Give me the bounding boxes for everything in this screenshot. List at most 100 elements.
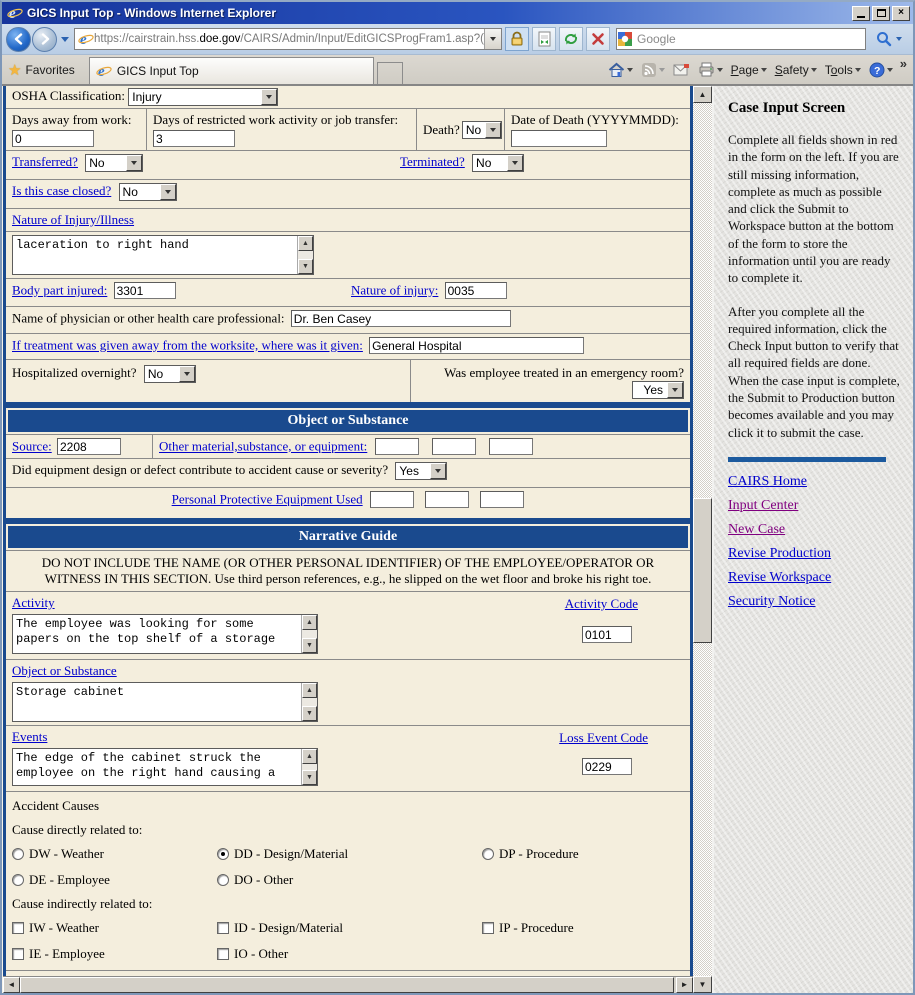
activity-code-input[interactable] xyxy=(582,626,632,644)
hospitalized-select[interactable]: No xyxy=(143,365,196,384)
activity-textarea[interactable]: The employee was looking for some papers… xyxy=(12,614,318,655)
days-away-input[interactable] xyxy=(12,130,94,148)
case-closed-select[interactable]: No xyxy=(118,183,177,202)
transferred-select[interactable]: No xyxy=(85,154,144,173)
scroll-down-icon[interactable]: ▼ xyxy=(298,259,313,275)
stop-button[interactable] xyxy=(586,27,610,51)
activity-link[interactable]: Activity xyxy=(12,595,55,610)
equipment-defect-select[interactable]: Yes xyxy=(395,462,448,481)
ppe-link[interactable]: Personal Protective Equipment Used xyxy=(172,492,363,507)
scroll-up-icon[interactable]: ▲ xyxy=(302,749,317,765)
radio-dw-weather[interactable]: DW - Weather xyxy=(12,846,217,862)
search-button[interactable] xyxy=(869,27,909,51)
checkbox-iw-weather[interactable]: IW - Weather xyxy=(12,920,217,936)
treatment-away-link[interactable]: If treatment was given away from the wor… xyxy=(12,338,363,353)
other-material-input-2[interactable] xyxy=(431,438,476,456)
sidebar-link-cairs-home[interactable]: CAIRS Home xyxy=(728,474,807,489)
sidebar-link-security-notice[interactable]: Security Notice xyxy=(728,594,815,609)
nature-of-injury-link[interactable]: Nature of injury: xyxy=(351,283,438,298)
death-select[interactable]: No xyxy=(461,120,503,139)
radio-dd-design-material[interactable]: DD - Design/Material xyxy=(217,846,482,862)
search-input[interactable]: Google xyxy=(616,28,866,50)
radio-do-other[interactable]: DO - Other xyxy=(217,872,293,888)
case-closed-link[interactable]: Is this case closed? xyxy=(12,183,111,198)
source-link[interactable]: Source: xyxy=(12,439,52,454)
object-substance-textarea[interactable]: Storage cabinet ▲ ▼ xyxy=(12,682,318,723)
date-of-death-input[interactable] xyxy=(511,130,607,148)
ppe-input-3[interactable] xyxy=(480,491,525,509)
emergency-room-select[interactable]: Yes xyxy=(632,381,684,400)
compatibility-view-button[interactable] xyxy=(532,27,556,51)
other-material-link[interactable]: Other material,substance, or equipment: xyxy=(159,439,367,454)
terminated-select[interactable]: No xyxy=(472,154,525,173)
transferred-link[interactable]: Transferred? xyxy=(12,154,78,169)
treatment-away-input[interactable] xyxy=(369,337,585,355)
minimize-button[interactable] xyxy=(852,5,870,21)
security-lock-icon[interactable] xyxy=(505,27,529,51)
other-material-input-1[interactable] xyxy=(374,438,419,456)
close-button[interactable]: × xyxy=(892,5,910,21)
events-textarea[interactable]: The edge of the cabinet struck the emplo… xyxy=(12,748,318,787)
physician-input[interactable] xyxy=(290,310,511,328)
search-options-dropdown[interactable] xyxy=(896,37,902,41)
terminated-link[interactable]: Terminated? xyxy=(400,154,465,169)
home-button[interactable] xyxy=(605,60,636,80)
nature-of-injury-illness-link[interactable]: Nature of Injury/Illness xyxy=(12,212,134,227)
vertical-scrollbar[interactable]: ▲ ▼ xyxy=(693,86,712,993)
scroll-left-icon[interactable]: ◄ xyxy=(3,977,20,993)
page-menu[interactable]: PPageage xyxy=(728,61,770,79)
scroll-up-icon[interactable]: ▲ xyxy=(302,683,317,699)
ppe-input-2[interactable] xyxy=(425,491,470,509)
address-dropdown-button[interactable] xyxy=(484,29,501,49)
textarea-scrollbar[interactable]: ▲ ▼ xyxy=(301,683,317,722)
checkbox-ie-employee[interactable]: IE - Employee xyxy=(12,946,217,962)
loss-event-code-input[interactable] xyxy=(582,758,632,776)
safety-menu[interactable]: Safety xyxy=(772,61,820,79)
help-button[interactable]: ? xyxy=(866,60,896,80)
checkbox-ip-procedure[interactable]: IP - Procedure xyxy=(482,920,574,936)
checkbox-id-design-material[interactable]: ID - Design/Material xyxy=(217,920,482,936)
osha-select[interactable]: Injury xyxy=(128,88,279,107)
sidebar-link-new-case[interactable]: New Case xyxy=(728,522,785,537)
back-button[interactable] xyxy=(6,26,31,52)
horizontal-scroll-thumb[interactable] xyxy=(20,977,674,993)
nature-textarea[interactable]: laceration to right hand ▲ ▼ xyxy=(12,235,314,276)
body-part-link[interactable]: Body part injured: xyxy=(12,283,107,298)
body-part-input[interactable] xyxy=(113,282,176,300)
sidebar-link-revise-production[interactable]: Revise Production xyxy=(728,546,831,561)
scroll-up-icon[interactable]: ▲ xyxy=(302,615,317,631)
textarea-scrollbar[interactable]: ▲ ▼ xyxy=(301,615,317,654)
toolbar-overflow-chevron[interactable]: » xyxy=(900,56,907,71)
scroll-right-icon[interactable]: ► xyxy=(676,977,693,993)
tools-menu[interactable]: Tools xyxy=(822,61,864,79)
scroll-up-icon[interactable]: ▲ xyxy=(693,86,712,103)
object-substance-link[interactable]: Object or Substance xyxy=(12,663,117,678)
textarea-scrollbar[interactable]: ▲ ▼ xyxy=(297,236,313,275)
loss-event-code-link[interactable]: Loss Event Code xyxy=(559,730,648,746)
feeds-button[interactable] xyxy=(638,60,668,80)
textarea-scrollbar[interactable]: ▲ ▼ xyxy=(301,749,317,786)
address-input[interactable]: e https://cairstrain.hss.doe.gov/CAIRS/A… xyxy=(74,28,502,50)
events-link[interactable]: Events xyxy=(12,729,47,744)
radio-dp-procedure[interactable]: DP - Procedure xyxy=(482,846,579,862)
recent-pages-dropdown[interactable] xyxy=(61,36,69,42)
days-restricted-input[interactable] xyxy=(153,130,235,148)
scroll-up-icon[interactable]: ▲ xyxy=(298,236,313,252)
forward-button[interactable] xyxy=(32,26,57,52)
horizontal-scrollbar[interactable]: ◄ ► xyxy=(3,976,693,993)
vertical-scroll-thumb[interactable] xyxy=(693,498,712,643)
print-button[interactable] xyxy=(695,60,726,79)
sidebar-link-revise-workspace[interactable]: Revise Workspace xyxy=(728,570,831,585)
ppe-input-1[interactable] xyxy=(369,491,414,509)
radio-de-employee[interactable]: DE - Employee xyxy=(12,872,217,888)
sidebar-link-input-center[interactable]: Input Center xyxy=(728,498,798,513)
other-material-input-3[interactable] xyxy=(489,438,534,456)
tab-gics-input-top[interactable]: e GICS Input Top xyxy=(88,57,374,84)
scroll-down-icon[interactable]: ▼ xyxy=(302,638,317,654)
read-mail-button[interactable] xyxy=(670,61,693,79)
checkbox-io-other[interactable]: IO - Other xyxy=(217,946,288,962)
favorites-button[interactable]: Favorites xyxy=(25,63,74,77)
source-input[interactable] xyxy=(56,438,121,456)
scroll-down-icon[interactable]: ▼ xyxy=(302,706,317,722)
scroll-down-icon[interactable]: ▼ xyxy=(302,770,317,786)
